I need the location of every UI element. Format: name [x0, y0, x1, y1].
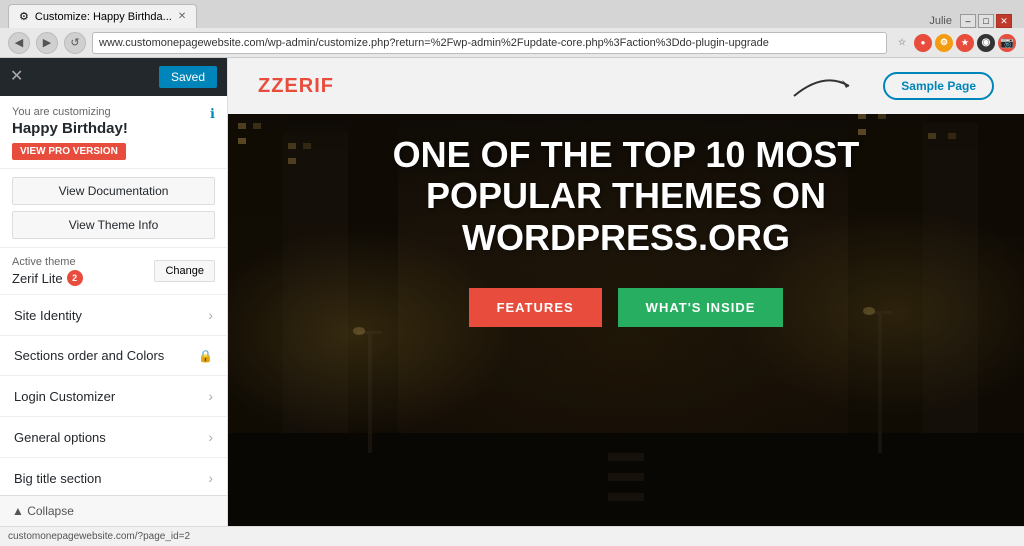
- hero-title-line1: ONE OF THE TOP 10 MOST: [393, 134, 860, 175]
- star-icon[interactable]: ☆: [893, 34, 911, 52]
- tab-icon: ⚙: [19, 10, 29, 23]
- reload-button[interactable]: ↺: [64, 32, 86, 54]
- status-bar: customonepagewebsite.com/?page_id=2: [0, 526, 1024, 546]
- nav-item-right: ›: [208, 470, 213, 486]
- sidebar-footer: ▲ Collapse: [0, 495, 227, 526]
- lock-icon: 🔒: [198, 349, 213, 363]
- nav-item-label: Sections order and Colors: [14, 348, 164, 363]
- sidebar-close-button[interactable]: ✕: [10, 69, 23, 85]
- nav-item-label: Site Identity: [14, 308, 82, 323]
- sidebar-header: ✕ Saved: [0, 58, 227, 96]
- forward-button[interactable]: ▶: [36, 32, 58, 54]
- preview-area: ZZERIF Sample Page ONE OF THE TOP 10 MOS…: [228, 58, 1024, 526]
- ext-icon-4[interactable]: ◉: [977, 34, 995, 52]
- close-window-button[interactable]: ✕: [996, 14, 1012, 28]
- site-title: Happy Birthday!: [12, 120, 215, 137]
- tab-title: Customize: Happy Birthda...: [35, 11, 172, 23]
- hero-title-line2: POPULAR THEMES ON: [426, 175, 826, 216]
- ext-icon-2[interactable]: ⚙: [935, 34, 953, 52]
- collapse-button[interactable]: ▲ Collapse: [12, 504, 215, 518]
- url-bar[interactable]: [92, 32, 887, 54]
- active-theme-label: Active theme: [12, 256, 83, 268]
- status-url: customonepagewebsite.com/?page_id=2: [8, 531, 190, 542]
- saved-button[interactable]: Saved: [159, 66, 217, 88]
- sidebar-item-login-customizer[interactable]: Login Customizer ›: [0, 376, 227, 417]
- browser-toolbar-icons: ☆ ● ⚙ ★ ◉ 📷: [893, 34, 1016, 52]
- nav-item-label: Big title section: [14, 471, 101, 486]
- features-button[interactable]: FEATURES: [469, 288, 602, 327]
- active-theme-section: Active theme Zerif Lite 2 Change: [0, 248, 227, 295]
- chevron-right-icon: ›: [208, 388, 213, 404]
- chevron-right-icon: ›: [208, 307, 213, 323]
- view-documentation-button[interactable]: View Documentation: [12, 177, 215, 205]
- username-label: Julie: [929, 15, 952, 27]
- back-button[interactable]: ◀: [8, 32, 30, 54]
- pro-version-button[interactable]: VIEW PRO VERSION: [12, 143, 126, 160]
- hero-content: ONE OF THE TOP 10 MOST POPULAR THEMES ON…: [228, 114, 1024, 347]
- nav-item-label: Login Customizer: [14, 389, 115, 404]
- sidebar-item-site-identity[interactable]: Site Identity ›: [0, 295, 227, 336]
- nav-item-right: ›: [208, 429, 213, 445]
- theme-name: Zerif Lite 2: [12, 270, 83, 286]
- sidebar-item-big-title[interactable]: Big title section ›: [0, 458, 227, 495]
- customizing-section: ℹ You are customizing Happy Birthday! VI…: [0, 96, 227, 169]
- hero-buttons: FEATURES WHAT'S INSIDE: [469, 288, 784, 327]
- sample-page-button[interactable]: Sample Page: [883, 72, 994, 100]
- minimize-button[interactable]: –: [960, 14, 976, 28]
- theme-badge: 2: [67, 270, 83, 286]
- preview-navbar: ZZERIF Sample Page: [228, 58, 1024, 114]
- sidebar-item-general-options[interactable]: General options ›: [0, 417, 227, 458]
- chevron-right-icon: ›: [208, 429, 213, 445]
- hero-title: ONE OF THE TOP 10 MOST POPULAR THEMES ON…: [393, 134, 860, 258]
- change-theme-button[interactable]: Change: [154, 260, 215, 282]
- arrow-annotation: [784, 66, 864, 109]
- nav-item-label: General options: [14, 430, 106, 445]
- customizing-label: You are customizing: [12, 106, 215, 118]
- browser-tab[interactable]: ⚙ Customize: Happy Birthda... ✕: [8, 4, 197, 28]
- nav-item-right: 🔒: [198, 349, 213, 363]
- sidebar-item-sections-order[interactable]: Sections order and Colors 🔒: [0, 336, 227, 376]
- nav-items-list: Site Identity › Sections order and Color…: [0, 295, 227, 495]
- zerif-logo: ZZERIF: [258, 75, 334, 98]
- chevron-right-icon: ›: [208, 470, 213, 486]
- customizer-sidebar: ✕ Saved ℹ You are customizing Happy Birt…: [0, 58, 228, 526]
- ext-icon-3[interactable]: ★: [956, 34, 974, 52]
- nav-item-right: ›: [208, 307, 213, 323]
- ext-icon-5[interactable]: 📷: [998, 34, 1016, 52]
- tab-close-btn[interactable]: ✕: [178, 11, 186, 22]
- hero-title-line3: WORDPRESS.ORG: [462, 217, 790, 258]
- whats-inside-button[interactable]: WHAT'S INSIDE: [618, 288, 784, 327]
- nav-item-right: ›: [208, 388, 213, 404]
- info-icon[interactable]: ℹ: [210, 106, 215, 122]
- view-theme-info-button[interactable]: View Theme Info: [12, 211, 215, 239]
- ext-icon-1[interactable]: ●: [914, 34, 932, 52]
- doc-buttons-section: View Documentation View Theme Info: [0, 169, 227, 248]
- maximize-button[interactable]: □: [978, 14, 994, 28]
